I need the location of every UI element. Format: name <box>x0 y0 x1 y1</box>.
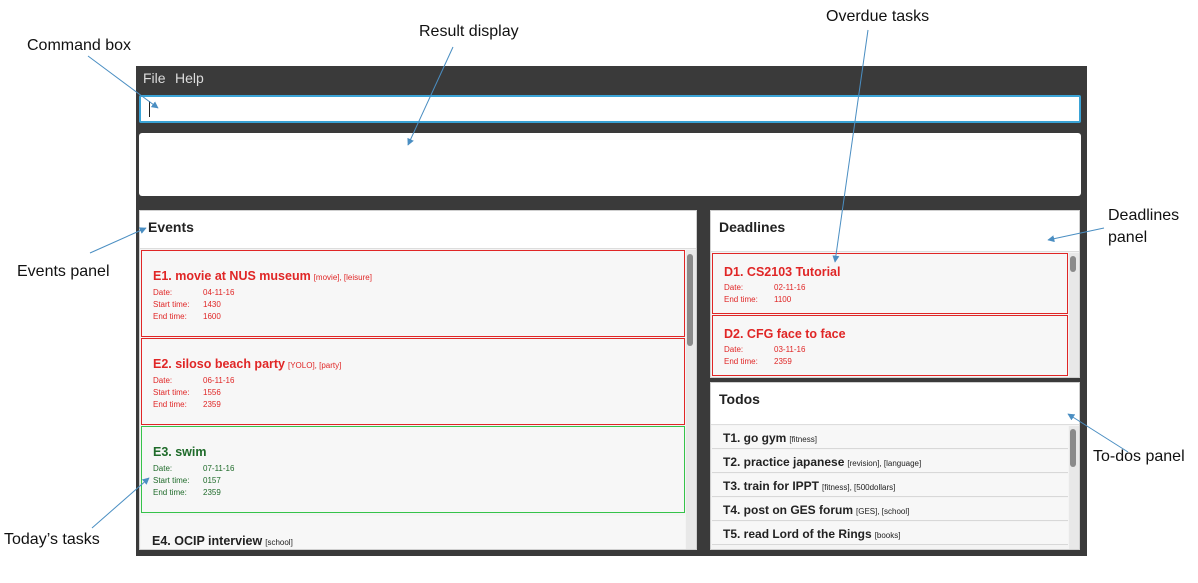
todo-item[interactable]: T4. post on GES forum [GES], [school] <box>712 498 1068 521</box>
deadlines-scrollbar[interactable] <box>1069 253 1079 377</box>
events-scroll-thumb[interactable] <box>687 254 693 346</box>
todos-scroll-thumb[interactable] <box>1070 429 1076 467</box>
menu-help[interactable]: Help <box>175 70 204 86</box>
callout-command-box: Command box <box>27 37 132 54</box>
event-title: E1. movie at NUS museum [movie], [leisure… <box>153 269 372 283</box>
deadlines-scroll-thumb[interactable] <box>1070 256 1076 272</box>
callout-result-display: Result display <box>419 23 519 40</box>
events-scrollbar[interactable] <box>686 250 696 549</box>
callout-todays-tasks: Today’s tasks <box>4 531 100 548</box>
event-end: End time: 2359 <box>153 400 221 409</box>
event-card[interactable]: E2. siloso beach party [YOLO], [party] Da… <box>141 338 685 425</box>
text-caret <box>149 101 150 117</box>
todo-title: T3. train for IPPT [fitness], [500dollars… <box>723 479 896 493</box>
events-panel: Events E1. movie at NUS museum [movie], [… <box>139 210 697 550</box>
event-title: E4. OCIP interview [school] <box>152 534 293 548</box>
result-display <box>139 133 1081 196</box>
todo-title: T5. read Lord of the Rings [books] <box>723 527 901 541</box>
event-card-today[interactable]: E3. swim Date: 07-11-16 Start time: 0157 E… <box>141 426 685 513</box>
deadlines-panel: Deadlines D1. CS2103 Tutorial Date: 02-11… <box>710 210 1080 378</box>
event-end: End time: 2359 <box>153 488 221 497</box>
todo-tags: [GES], [school] <box>856 507 910 516</box>
todo-item[interactable]: T1. go gym [fitness] <box>712 426 1068 449</box>
todo-tags: [fitness] <box>789 435 817 444</box>
event-title: E2. siloso beach party [YOLO], [party] <box>153 357 342 371</box>
events-title: Events <box>148 219 194 235</box>
event-card[interactable]: E1. movie at NUS museum [movie], [leisure… <box>141 250 685 337</box>
menu-bar: File Help <box>136 66 1087 90</box>
deadline-date: Date: 03-11-16 <box>724 345 806 354</box>
deadline-end: End time: 2359 <box>724 357 792 366</box>
app-window: File Help Events E1. movie at NUS museum… <box>136 66 1087 556</box>
event-tags: [YOLO], [party] <box>288 361 342 370</box>
deadline-card[interactable]: D1. CS2103 Tutorial Date: 02-11-16 End ti… <box>712 253 1068 314</box>
callout-events-panel: Events panel <box>17 263 110 280</box>
event-date: Date: 06-11-16 <box>153 376 235 385</box>
deadline-card[interactable]: D2. CFG face to face Date: 03-11-16 End t… <box>712 315 1068 376</box>
callout-deadlines-line1: Deadlines <box>1108 207 1180 224</box>
todo-title: T1. go gym [fitness] <box>723 431 817 445</box>
deadline-title: D2. CFG face to face <box>724 327 846 341</box>
command-box[interactable] <box>139 95 1081 123</box>
event-date: Date: 07-11-16 <box>153 464 235 473</box>
deadline-end: End time: 1100 <box>724 295 792 304</box>
event-card[interactable]: E4. OCIP interview [school] <box>141 516 685 549</box>
todo-tags: [books] <box>874 531 901 540</box>
todos-header: Todos <box>711 383 1079 425</box>
events-header: Events <box>140 211 696 249</box>
todo-tags: [fitness], [500dollars] <box>822 483 896 492</box>
todos-panel: Todos T1. go gym [fitness] T2. practice j… <box>710 382 1080 550</box>
todo-item[interactable]: T3. train for IPPT [fitness], [500dollars… <box>712 474 1068 497</box>
todo-title: T4. post on GES forum [GES], [school] <box>723 503 910 517</box>
event-date: Date: 04-11-16 <box>153 288 235 297</box>
callout-deadlines-line2: panel <box>1108 229 1148 246</box>
todo-item[interactable]: T5. read Lord of the Rings [books] <box>712 522 1068 545</box>
event-start: Start time: 1556 <box>153 388 221 397</box>
event-end: End time: 1600 <box>153 312 221 321</box>
callout-todos-panel: To-dos panel <box>1093 448 1185 465</box>
deadline-date: Date: 02-11-16 <box>724 283 806 292</box>
event-tags: [school] <box>265 538 293 547</box>
deadline-title: D1. CS2103 Tutorial <box>724 265 841 279</box>
deadlines-title: Deadlines <box>719 219 786 235</box>
todo-item[interactable]: T2. practice japanese [revision], [langua… <box>712 450 1068 473</box>
event-start: Start time: 0157 <box>153 476 221 485</box>
todos-title: Todos <box>719 391 760 407</box>
todo-title: T2. practice japanese [revision], [langua… <box>723 455 922 469</box>
todo-tags: [revision], [language] <box>847 459 922 468</box>
deadlines-header: Deadlines <box>711 211 1079 252</box>
callout-overdue-tasks: Overdue tasks <box>826 8 930 25</box>
menu-file[interactable]: File <box>143 70 166 86</box>
todos-scrollbar[interactable] <box>1069 426 1079 549</box>
event-start: Start time: 1430 <box>153 300 221 309</box>
callout-deadlines-panel: Deadlines panel <box>1108 207 1179 247</box>
event-title: E3. swim <box>153 445 207 459</box>
event-tags: [movie], [leisure] <box>313 273 372 282</box>
